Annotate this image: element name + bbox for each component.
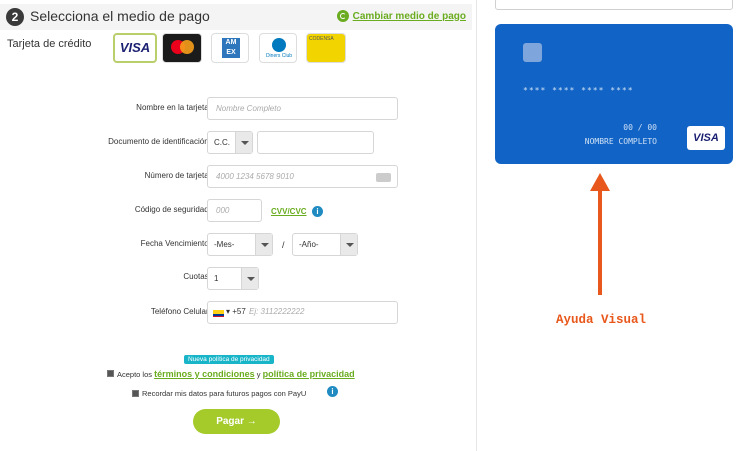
accept-terms-text: Acepto los términos y condiciones y polí… [117, 369, 355, 379]
info-icon[interactable]: i [327, 386, 338, 397]
visa-brand-button[interactable]: VISA [113, 33, 157, 63]
card-preview-name: NOMBRE COMPLETO [584, 137, 657, 146]
refresh-icon [336, 10, 349, 22]
installments-select[interactable]: 1 [207, 267, 259, 290]
phone-label: Teléfono Celular * [150, 307, 214, 316]
expiry-year-select[interactable]: -Año- [292, 233, 358, 256]
change-payment-method-label: Cambiar medio de pago [352, 10, 466, 22]
installments-value: 1 [214, 274, 219, 283]
expiry-month-value: -Mes- [214, 240, 235, 249]
expiry-year-value: -Año- [299, 240, 319, 249]
flag-stripe-red [213, 316, 224, 317]
phone-prefix-value: +57 [232, 307, 246, 316]
expiry-month-select[interactable]: -Mes- [207, 233, 273, 256]
document-type-select[interactable]: C.C. [207, 131, 253, 154]
step-header: 2 Selecciona el medio de pago Cambiar me… [0, 4, 472, 30]
chevron-down-icon [340, 234, 357, 255]
expiry-separator: / [282, 240, 285, 250]
mastercard-icon-circle [180, 40, 194, 54]
pay-button[interactable]: Pagar → [193, 409, 280, 434]
name-input[interactable]: Nombre Completo [207, 97, 398, 120]
card-preview-expiry: 00 / 00 [623, 123, 657, 132]
document-type-value: C.C. [214, 138, 230, 147]
terms-link[interactable]: términos y condiciones [154, 369, 255, 379]
card-preview: **** **** **** **** 00 / 00 NOMBRE COMPL… [495, 24, 733, 164]
document-label: Documento de identificación * [108, 137, 214, 146]
change-payment-method-link[interactable]: Cambiar medio de pago [336, 10, 466, 22]
arrow-up-icon [590, 173, 610, 295]
card-preview-number: **** **** **** **** [523, 86, 634, 95]
panel-divider [476, 0, 477, 451]
chevron-down-icon [241, 268, 258, 289]
chevron-down-icon [235, 132, 252, 153]
diners-label: Diners Club [265, 53, 293, 59]
card-icon [376, 173, 391, 182]
remember-data-text: Recordar mis datos para futuros pagos co… [142, 389, 307, 398]
new-privacy-policy-badge: Nueva política de privacidad [184, 355, 274, 364]
accept-and: y [256, 370, 261, 379]
security-code-label: Código de seguridad * [134, 205, 214, 214]
payment-form-panel: 2 Selecciona el medio de pago Cambiar me… [0, 0, 476, 451]
visual-help-annotation: Ayuda Visual [556, 313, 647, 327]
colombia-flag-icon[interactable] [213, 310, 224, 317]
step-number-badge: 2 [6, 8, 24, 26]
payment-method-label: Tarjeta de crédito [7, 38, 92, 50]
diners-brand-button[interactable]: Diners Club [259, 33, 297, 63]
document-number-input[interactable] [257, 131, 374, 154]
remember-data-checkbox[interactable] [132, 390, 139, 397]
codensa-brand-button[interactable]: CODENSA [306, 33, 346, 63]
card-number-label: Número de tarjeta * [144, 171, 214, 180]
accept-prefix: Acepto los [117, 370, 153, 379]
privacy-policy-link[interactable]: política de privacidad [263, 369, 355, 379]
info-icon[interactable]: i [312, 206, 323, 217]
chevron-down-icon [255, 234, 272, 255]
amex-brand-button[interactable]: AM EX [211, 33, 249, 63]
cvv-help-link[interactable]: CVV/CVC [271, 207, 307, 216]
amex-icon: AM EX [222, 38, 240, 58]
phone-placeholder: Ej: 3112222222 [249, 307, 305, 316]
security-code-input[interactable]: 000 [207, 199, 262, 222]
card-number-placeholder: 4000 1234 5678 9010 [216, 172, 294, 181]
step-title: Selecciona el medio de pago [30, 8, 210, 24]
accept-terms-checkbox[interactable] [107, 370, 114, 377]
phone-prefix: ▾ +57 [226, 307, 246, 316]
summary-box [495, 0, 733, 10]
card-number-input[interactable]: 4000 1234 5678 9010 [207, 165, 398, 188]
card-chip-icon [523, 43, 542, 62]
diners-icon [272, 38, 286, 52]
visa-logo-icon: VISA [687, 126, 725, 150]
name-label: Nombre en la tarjeta * [136, 103, 214, 112]
mastercard-brand-button[interactable] [162, 33, 202, 63]
expiry-label: Fecha Vencimiento * [140, 239, 214, 248]
